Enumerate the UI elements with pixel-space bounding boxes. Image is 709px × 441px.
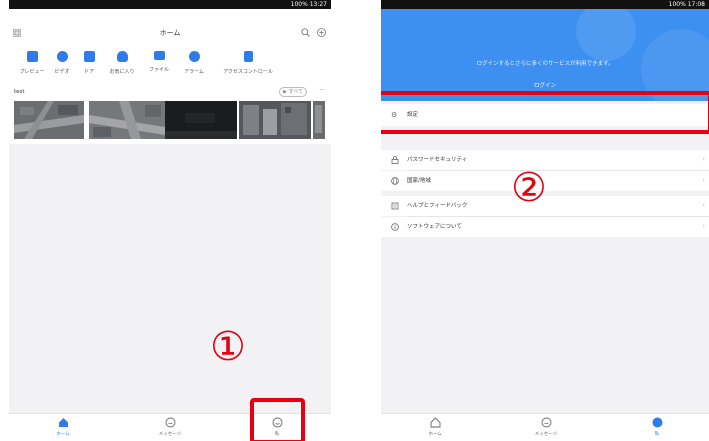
shortcut-alarm[interactable]: アラーム [174,51,214,75]
add-icon[interactable] [317,28,326,40]
device-section: test ▶ すべて ··· [9,84,331,144]
door-icon [83,51,95,62]
menu-item-label: ヘルプとフィードバック [407,203,468,209]
step-number-1: ① [210,324,246,370]
tab-home[interactable]: ホーム [405,417,465,437]
shortcut-files[interactable]: ファイル [139,51,179,73]
message-icon [541,417,551,428]
chevron-right-icon: › [702,201,705,209]
camera-thumbnail[interactable] [239,101,311,139]
section-title: test [14,89,25,95]
camera-thumbnail[interactable] [313,101,325,139]
tab-messages[interactable]: メッセージ [140,417,200,437]
search-icon[interactable] [301,28,310,40]
more-icon[interactable]: ··· [319,87,325,94]
home-icon [58,418,68,427]
menu-item-label: 国家/地域 [407,178,431,184]
tab-label: ホーム [56,432,70,437]
tab-messages[interactable]: メッセージ [516,417,576,437]
highlight-me-tab [250,398,305,441]
tab-label: ホーム [428,432,442,437]
tab-home[interactable]: ホーム [33,417,93,437]
me-icon [652,417,662,428]
help-icon [391,202,399,212]
alarm-icon [188,51,200,62]
camera-thumbnail[interactable] [165,101,237,139]
shortcut-favorites[interactable]: お気に入り [102,51,142,75]
camera-icon [26,51,38,62]
info-icon [391,223,399,233]
menu-item-about[interactable]: ソフトウェアについて › [381,217,709,237]
login-banner: ログインするとさらに多くのサービスが利用できます。 ログイン [381,9,709,101]
shortcut-label: お気に入り [109,69,135,75]
login-button[interactable]: ログイン [381,81,709,89]
home-icon [430,417,440,428]
left-screen: 100% 13:27 ホーム プレビュー ビデオ ドア お気に入り ファイル ア… [9,0,331,441]
video-icon [56,51,68,62]
camera-thumbnail[interactable] [14,101,84,139]
access-control-icon [243,51,253,62]
status-text: 100% 17:08 [668,1,705,8]
shortcut-label: アラーム [184,69,204,75]
status-bar: 100% 17:08 [381,0,709,9]
tab-label: 私 [654,432,660,437]
tab-me[interactable]: 私 [627,417,687,437]
highlight-settings [381,91,709,134]
tab-label: メッセージ [534,432,558,437]
status-bar: 100% 13:27 [9,0,331,9]
chevron-right-icon: › [702,176,705,184]
shortcut-label: ファイル [148,67,169,73]
login-message: ログインするとさらに多くのサービスが利用できます。 [476,61,614,67]
view-all-button[interactable]: ▶ すべて [279,87,307,97]
globe-icon [391,177,399,187]
heart-icon [116,51,128,62]
page-title: ホーム [159,29,181,37]
shortcut-label: アクセスコントロール [223,69,273,75]
menu-item-label: ソフトウェアについて [407,224,462,230]
home-header: ホーム プレビュー ビデオ ドア お気に入り ファイル アラーム アクセスコント… [9,9,331,95]
view-all-label: すべて [288,89,303,95]
bottom-tab-bar: ホーム メッセージ 私 [381,413,709,441]
lock-icon [391,156,399,166]
step-number-2: ② [511,165,547,211]
message-icon [165,417,175,428]
chevron-right-icon: › [702,222,705,230]
camera-thumbnail[interactable] [89,101,165,139]
status-text: 100% 13:27 [290,1,327,8]
menu-item-label: パスワードセキュリティ [407,157,468,163]
tab-label: メッセージ [158,432,182,437]
right-screen: 100% 17:08 ログインするとさらに多くのサービスが利用できます。 ログイ… [381,0,709,441]
folder-icon [153,51,165,60]
shortcut-access-control[interactable]: アクセスコントロール [220,51,276,75]
chevron-right-icon: › [702,155,705,163]
